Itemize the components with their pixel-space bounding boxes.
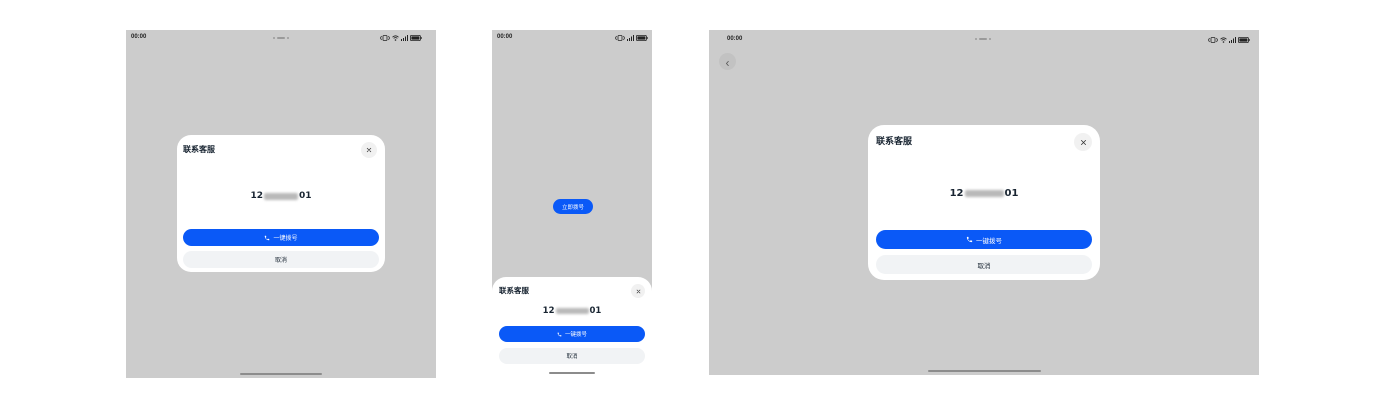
- vibrate-icon: [380, 34, 390, 41]
- cancel-button[interactable]: 取消: [499, 348, 645, 364]
- battery-level-fill: [411, 35, 420, 40]
- phone-number-mask: [264, 192, 298, 200]
- phone-number-prefix: 12: [250, 191, 263, 201]
- camera-indicator: [975, 37, 991, 41]
- phone-icon: [557, 332, 562, 337]
- phone-number-mask: [964, 189, 1004, 197]
- status-time: 00:00: [497, 34, 513, 40]
- close-icon: [636, 289, 641, 294]
- dialog-title: 联系客服: [876, 137, 913, 147]
- camera-indicator: [273, 36, 289, 40]
- home-indicator: [549, 372, 595, 374]
- cancel-button-label: 取消: [274, 257, 287, 264]
- cancel-button[interactable]: 取消: [876, 255, 1092, 274]
- status-icons: [615, 34, 648, 41]
- call-button[interactable]: 一键拨号: [876, 230, 1092, 249]
- call-button-label: 一键拨号: [273, 235, 298, 242]
- battery-icon: [636, 34, 648, 41]
- dial-now-button-label: 立即拨号: [561, 204, 584, 211]
- battery-level-fill: [637, 35, 646, 40]
- chevron-left-icon: [724, 52, 731, 71]
- status-time: 00:00: [727, 36, 743, 42]
- signal-icon: [627, 34, 634, 41]
- contact-dialog: 联系客服 12 01 一键拨号 取消: [868, 125, 1100, 280]
- phone-number: 12 01: [492, 305, 652, 316]
- close-button[interactable]: [1074, 133, 1092, 151]
- home-indicator: [240, 373, 322, 375]
- sheet-title: 联系客服: [499, 286, 529, 295]
- home-indicator: [928, 370, 1041, 372]
- cancel-button[interactable]: 取消: [183, 251, 379, 268]
- call-button[interactable]: 一键拨号: [183, 229, 379, 246]
- close-button[interactable]: [361, 142, 377, 158]
- call-button-label: 一键拨号: [564, 332, 587, 338]
- device-phone: 00:00 立即拨号 联系客服 12 01 一键拨号 取消: [492, 30, 652, 378]
- phone-icon: [966, 236, 973, 243]
- device-tablet-landscape: 00:00 联系客服 12 01 一键拨号 取消: [709, 30, 1259, 375]
- close-icon: [1080, 139, 1087, 146]
- cancel-button-label: 取消: [977, 261, 991, 270]
- phone-number-prefix: 12: [542, 305, 555, 316]
- dial-now-button[interactable]: 立即拨号: [553, 199, 593, 214]
- cancel-button-label: 取消: [566, 354, 578, 360]
- phone-number-suffix: 01: [1004, 187, 1019, 199]
- wifi-icon: [392, 34, 399, 41]
- vibrate-icon: [615, 34, 625, 41]
- back-button[interactable]: [719, 53, 736, 70]
- phone-number-suffix: 01: [589, 305, 602, 316]
- vibrate-icon: [1208, 36, 1218, 43]
- battery-level-fill: [1239, 37, 1248, 42]
- call-button[interactable]: 一键拨号: [499, 326, 645, 342]
- phone-number-prefix: 12: [949, 187, 964, 199]
- contact-bottom-sheet: 联系客服 12 01 一键拨号 取消: [492, 277, 652, 378]
- battery-icon: [410, 34, 422, 41]
- phone-number-mask: [555, 307, 589, 314]
- phone-number-suffix: 01: [299, 191, 312, 201]
- close-button[interactable]: [631, 284, 645, 298]
- status-icons: [1208, 36, 1250, 43]
- phone-number: 12 01: [868, 187, 1100, 199]
- phone-number: 12 01: [177, 190, 385, 202]
- contact-dialog: 联系客服 12 01 一键拨号 取消: [177, 135, 385, 272]
- status-icons: [380, 34, 422, 41]
- phone-icon: [264, 235, 270, 241]
- call-button-label: 一键拨号: [976, 236, 1002, 245]
- battery-icon: [1238, 36, 1250, 43]
- wifi-icon: [1220, 36, 1227, 43]
- signal-icon: [401, 34, 408, 41]
- signal-icon: [1229, 36, 1236, 43]
- status-time: 00:00: [131, 34, 147, 40]
- close-icon: [366, 147, 372, 153]
- device-tablet-portrait: 00:00 联系客服 12 01 一键拨号 取消: [126, 30, 436, 378]
- dialog-title: 联系客服: [183, 145, 215, 154]
